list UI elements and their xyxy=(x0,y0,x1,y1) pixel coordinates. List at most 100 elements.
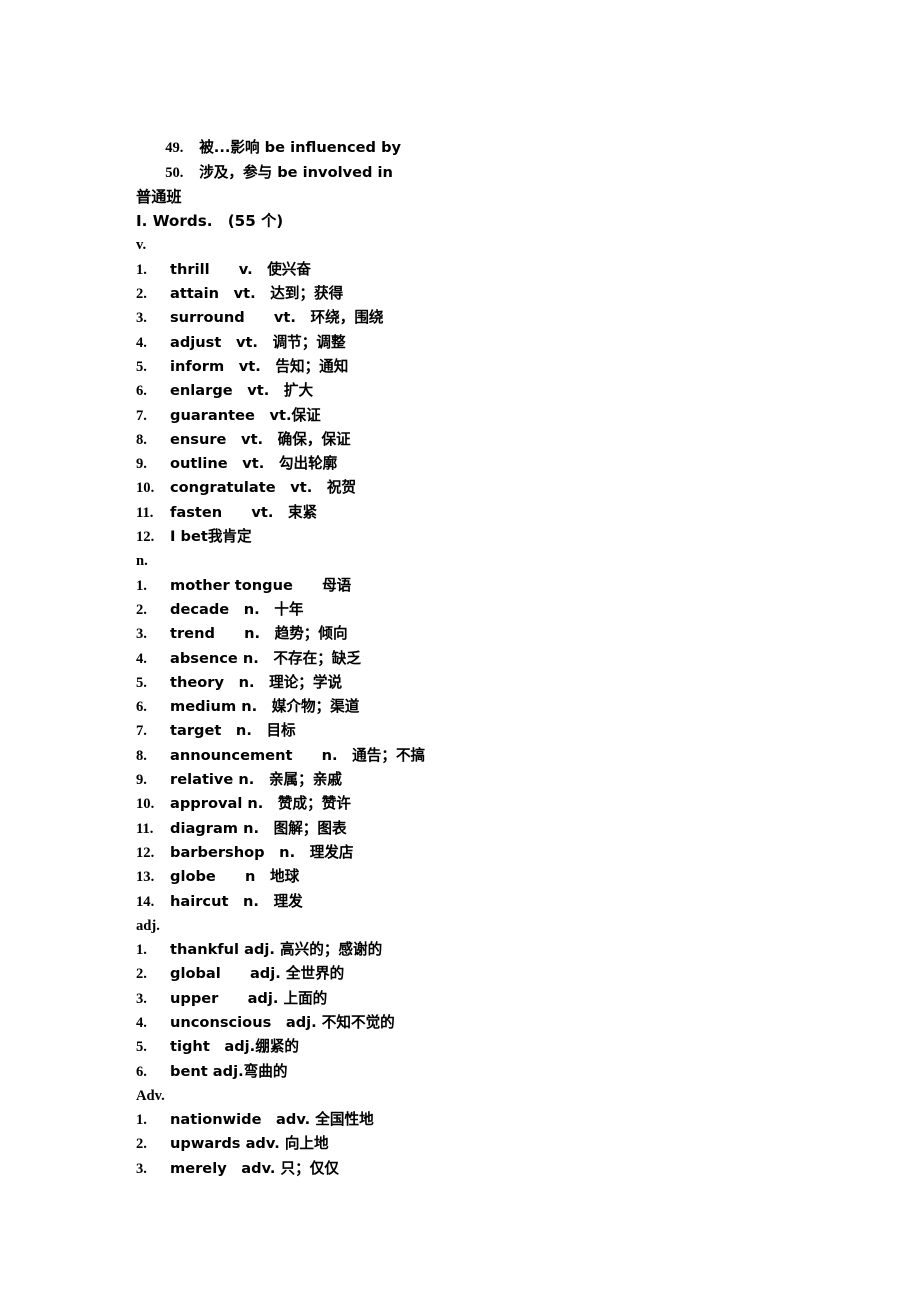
item-number: 2. xyxy=(136,1136,147,1153)
section-heading: n. xyxy=(136,553,148,570)
item-text: trend n. 趋势；倾向 xyxy=(170,625,348,643)
item-text: fasten vt. 束紧 xyxy=(170,503,318,521)
list-item: 3. trend n. 趋势；倾向 xyxy=(136,622,836,646)
item-text: attain vt. 达到；获得 xyxy=(170,285,344,303)
item-number: 3. xyxy=(136,626,147,643)
list-item: 2. attain vt. 达到；获得 xyxy=(136,282,836,306)
list-item: 6. enlarge vt. 扩大 xyxy=(136,379,836,403)
section-nouns: n. 1. mother tongue 母语 2. decade n. 十年 3. t… xyxy=(136,549,836,913)
item-number: 1. xyxy=(136,942,147,959)
item-number: 2. xyxy=(136,966,147,983)
item-text: global adj. 全世界的 xyxy=(170,965,345,983)
item-number: 5. xyxy=(136,1039,147,1056)
item-text: congratulate vt. 祝贺 xyxy=(170,479,357,497)
section-adjectives: adj. 1. thankful adj. 高兴的；感谢的 2. global ad… xyxy=(136,914,836,1084)
item-number: 11. xyxy=(136,820,154,837)
item-text: unconscious adj. 不知不觉的 xyxy=(170,1013,395,1031)
list-item: 5. tight adj.绷紧的 xyxy=(136,1035,836,1059)
item-number: 12. xyxy=(136,844,155,861)
item-text: guarantee vt.保证 xyxy=(170,406,321,424)
list-item: 4. adjust vt. 调节；调整 xyxy=(136,331,836,355)
list-item: 12. barbershop n. 理发店 xyxy=(136,841,836,865)
item-text: haircut n. 理发 xyxy=(170,892,303,910)
item-text: upper adj. 上面的 xyxy=(170,989,328,1007)
item-text: outline vt. 勾出轮廓 xyxy=(170,455,338,473)
list-item: 9. relative n. 亲属；亲戚 xyxy=(136,768,836,792)
list-item: 3. merely adv. 只；仅仅 xyxy=(136,1157,836,1181)
list-item: 8. ensure vt. 确保，保证 xyxy=(136,428,836,452)
item-text: 被...影响 be influenced by xyxy=(199,139,402,157)
list-item: 1. mother tongue 母语 xyxy=(136,574,836,598)
carryover-phrase-list: 49. 被...影响 be influenced by 50. 涉及，参与 be i… xyxy=(136,112,836,180)
document-page: 49. 被...影响 be influenced by 50. 涉及，参与 be i… xyxy=(0,0,920,1302)
class-label: 普通班 xyxy=(136,187,182,206)
section-verbs: v. 1. thrill v. 使兴奋 2. attain vt. 达到；获得 3.… xyxy=(136,233,836,549)
item-text: bent adj.弯曲的 xyxy=(170,1062,288,1080)
section-heading: adj. xyxy=(136,917,160,934)
item-number: 9. xyxy=(136,456,147,473)
item-text: enlarge vt. 扩大 xyxy=(170,382,314,400)
list-item: 2. upwards adv. 向上地 xyxy=(136,1132,836,1156)
item-number: 9. xyxy=(136,772,147,789)
item-text: approval n. 赞成；赞许 xyxy=(170,795,351,813)
item-text: decade n. 十年 xyxy=(170,600,304,618)
item-text: thankful adj. 高兴的；感谢的 xyxy=(170,941,383,959)
item-number: 1. xyxy=(136,577,147,594)
list-item: 7. target n. 目标 xyxy=(136,719,836,743)
item-number: 6. xyxy=(136,1063,147,1080)
list-item: 4. absence n. 不存在；缺乏 xyxy=(136,647,836,671)
list-item: 3. upper adj. 上面的 xyxy=(136,987,836,1011)
item-number: 2. xyxy=(136,601,147,618)
list-item: 1. thrill v. 使兴奋 xyxy=(136,258,836,282)
list-item: 11. diagram n. 图解；图表 xyxy=(136,817,836,841)
item-number: 3. xyxy=(136,990,147,1007)
item-number: 10. xyxy=(136,796,155,813)
item-number: 3. xyxy=(136,310,147,327)
list-item: 2. decade n. 十年 xyxy=(136,598,836,622)
item-text: ensure vt. 确保，保证 xyxy=(170,430,351,448)
item-number: 10. xyxy=(136,480,155,497)
item-number: 13. xyxy=(136,869,155,886)
section-adverbs: Adv. 1. nationwide adv. 全国性地 2. upwards ad… xyxy=(136,1084,836,1181)
item-text: thrill v. 使兴奋 xyxy=(170,260,311,278)
list-item: 5. inform vt. 告知；通知 xyxy=(136,355,836,379)
list-item: 12. I bet我肯定 xyxy=(136,525,836,549)
item-number: 1. xyxy=(136,261,147,278)
item-number: 8. xyxy=(136,431,147,448)
item-text: merely adv. 只；仅仅 xyxy=(170,1159,339,1177)
list-item: 10. congratulate vt. 祝贺 xyxy=(136,476,836,500)
item-number: 11. xyxy=(136,504,154,521)
item-number: 6. xyxy=(136,699,147,716)
list-item: 1. nationwide adv. 全国性地 xyxy=(136,1108,836,1132)
item-text: absence n. 不存在；缺乏 xyxy=(170,649,361,667)
list-item: 3. surround vt. 环绕，围绕 xyxy=(136,306,836,330)
list-item: 4. unconscious adj. 不知不觉的 xyxy=(136,1011,836,1035)
list-item: 13. globe n 地球 xyxy=(136,865,836,889)
item-number: 2. xyxy=(136,286,147,303)
list-item: 2. global adj. 全世界的 xyxy=(136,962,836,986)
list-item: 1. thankful adj. 高兴的；感谢的 xyxy=(136,938,836,962)
item-number: 3. xyxy=(136,1160,147,1177)
item-number: 50. xyxy=(165,164,184,181)
list-item: 6. bent adj.弯曲的 xyxy=(136,1060,836,1084)
item-number: 7. xyxy=(136,407,147,424)
item-text: globe n 地球 xyxy=(170,868,300,886)
item-text: barbershop n. 理发店 xyxy=(170,843,354,861)
item-text: diagram n. 图解；图表 xyxy=(170,819,347,837)
item-number: 1. xyxy=(136,1112,147,1129)
section-heading: Adv. xyxy=(136,1087,165,1104)
list-item: 14. haircut n. 理发 xyxy=(136,890,836,914)
item-number: 12. xyxy=(136,529,155,546)
item-text: relative n. 亲属；亲戚 xyxy=(170,771,342,789)
item-number: 4. xyxy=(136,334,147,351)
list-item: 49. 被...影响 be influenced by xyxy=(136,112,836,156)
item-text: nationwide adv. 全国性地 xyxy=(170,1111,374,1129)
item-text: target n. 目标 xyxy=(170,722,296,740)
item-text: medium n. 媒介物；渠道 xyxy=(170,698,360,716)
list-item: 8. announcement n. 通告；不搞 xyxy=(136,744,836,768)
item-number: 5. xyxy=(136,358,147,375)
item-number: 49. xyxy=(165,140,184,157)
list-item: 11. fasten vt. 束紧 xyxy=(136,501,836,525)
page-title: I. Words. (55 个) xyxy=(136,212,284,231)
document-body: 49. 被...影响 be influenced by 50. 涉及，参与 be i… xyxy=(136,112,836,1181)
